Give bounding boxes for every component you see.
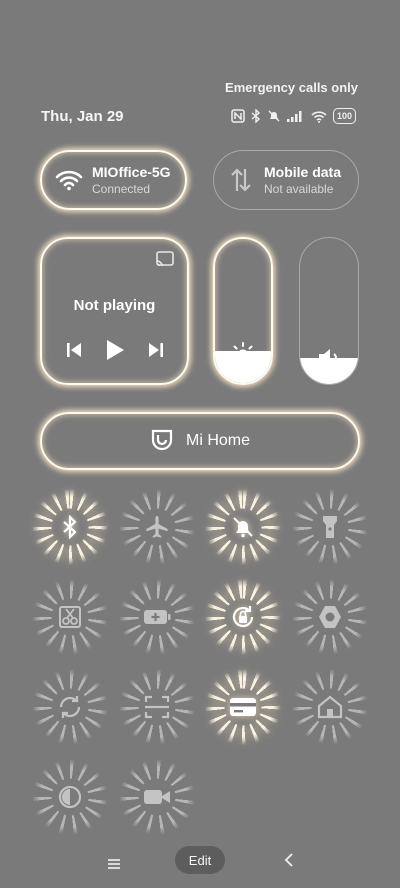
battery-icon: 100 xyxy=(332,108,356,124)
bell-off-icon xyxy=(231,515,255,539)
card-icon xyxy=(229,696,257,718)
sync-toggle[interactable] xyxy=(40,677,100,737)
mobile-data-status: Not available xyxy=(264,182,334,196)
wifi-toggle[interactable]: MIOffice-5G Connected xyxy=(40,150,187,210)
mobile-data-title: Mobile data xyxy=(264,164,342,180)
mobile-data-icon xyxy=(226,165,256,195)
screenshot-icon xyxy=(58,605,82,629)
mobile-data-toggle[interactable]: Mobile data Not available xyxy=(213,150,359,210)
bluetooth-icon xyxy=(251,108,261,124)
carrier-status: Emergency calls only xyxy=(225,80,358,95)
system-icons: 100 xyxy=(231,108,356,124)
camera-toggle[interactable] xyxy=(300,587,360,647)
rotation-lock-icon xyxy=(230,604,256,630)
eye-comfort-icon xyxy=(57,784,83,810)
signal-icon xyxy=(286,108,305,124)
play-button[interactable] xyxy=(104,338,126,367)
scanner-toggle[interactable] xyxy=(127,677,187,737)
wifi-icon xyxy=(311,108,327,124)
dnd-icon xyxy=(267,108,281,124)
mi-home-icon xyxy=(150,427,174,456)
navigation-bar: Edit xyxy=(0,840,400,888)
menu-icon[interactable] xyxy=(107,854,121,875)
screen-recorder-toggle[interactable] xyxy=(127,767,187,827)
bluetooth-icon xyxy=(62,515,78,539)
airplane-icon xyxy=(144,514,170,540)
media-player[interactable]: Not playing xyxy=(40,237,189,385)
smart-home-toggle[interactable] xyxy=(300,677,360,737)
flashlight-icon xyxy=(321,514,339,540)
wifi-icon xyxy=(54,165,84,195)
volume-slider[interactable] xyxy=(299,237,359,385)
scan-icon xyxy=(144,695,170,719)
next-button[interactable] xyxy=(147,341,165,364)
nfc-icon xyxy=(231,108,245,124)
volume-icon xyxy=(300,346,358,370)
cast-icon[interactable] xyxy=(155,251,175,274)
reading-mode-toggle[interactable] xyxy=(40,767,100,827)
cards-toggle[interactable] xyxy=(213,677,273,737)
mi-home-button[interactable]: Mi Home xyxy=(40,412,360,470)
media-status: Not playing xyxy=(73,297,156,314)
edit-button[interactable]: Edit xyxy=(175,846,225,874)
airplane-toggle[interactable] xyxy=(127,497,187,557)
date-label: Thu, Jan 29 xyxy=(41,108,124,125)
flashlight-toggle[interactable] xyxy=(300,497,360,557)
camera-shutter-icon xyxy=(317,604,343,630)
wifi-status: Connected xyxy=(92,182,151,196)
brightness-icon xyxy=(215,341,271,369)
bluetooth-toggle[interactable] xyxy=(40,497,100,557)
brightness-slider[interactable] xyxy=(213,237,273,385)
battery-saver-icon xyxy=(143,608,171,626)
quick-toggles-grid xyxy=(40,497,360,827)
back-icon[interactable] xyxy=(284,852,294,873)
home-icon xyxy=(317,695,343,719)
previous-button[interactable] xyxy=(65,341,83,364)
screen-record-icon xyxy=(143,787,171,807)
wifi-name: MIOffice-5G xyxy=(92,164,171,180)
silent-toggle[interactable] xyxy=(213,497,273,557)
screenshot-toggle[interactable] xyxy=(40,587,100,647)
rotation-lock-toggle[interactable] xyxy=(213,587,273,647)
battery-saver-toggle[interactable] xyxy=(127,587,187,647)
mi-home-label: Mi Home xyxy=(185,432,250,449)
sync-icon xyxy=(57,694,83,720)
